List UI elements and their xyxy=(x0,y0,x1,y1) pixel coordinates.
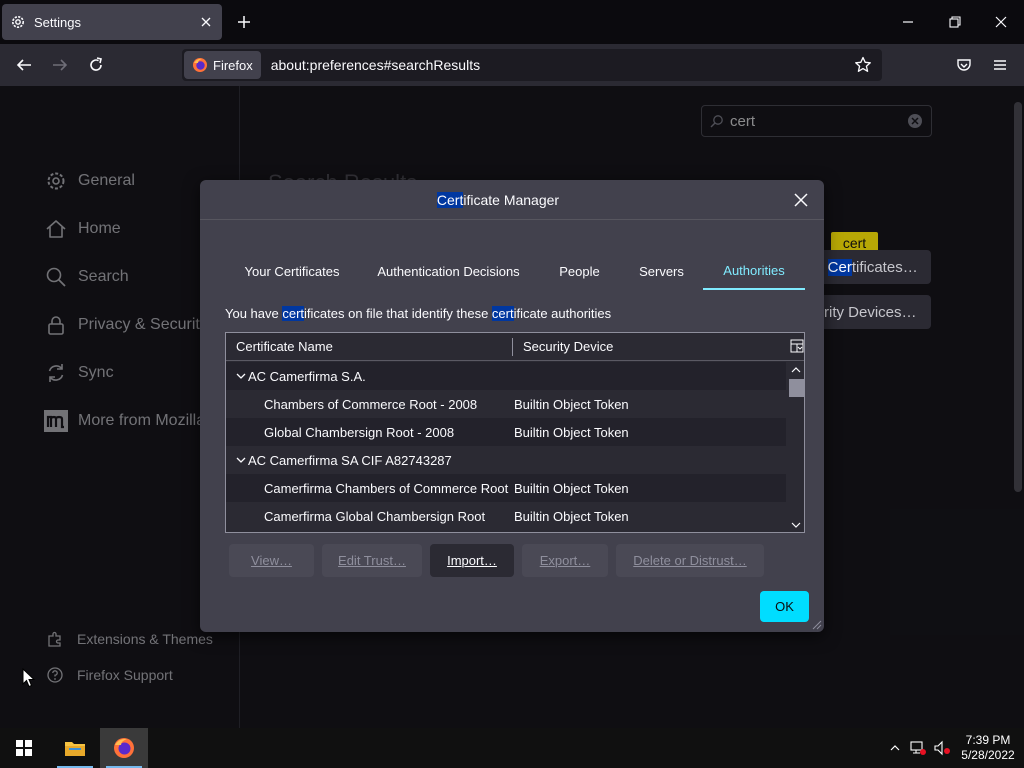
view-certificates-button[interactable]: y Certificates… xyxy=(812,250,931,284)
firefox-logo-icon xyxy=(192,57,208,73)
cert-name: AC Camerfirma SA CIF A82743287 xyxy=(248,452,452,468)
cert-name-cell: AC Camerfirma S.A. xyxy=(226,369,514,384)
forward-button[interactable] xyxy=(49,54,71,76)
tab-people[interactable]: People xyxy=(539,252,620,290)
minimize-window-button[interactable] xyxy=(898,12,918,32)
firefox-logo-icon xyxy=(114,738,134,758)
chevron-down-icon[interactable] xyxy=(234,453,248,467)
close-window-button[interactable] xyxy=(991,12,1011,32)
edit-trust-button[interactable]: Edit Trust… xyxy=(322,544,422,577)
folder-icon xyxy=(65,742,85,756)
desc-part: ificate authorities xyxy=(513,306,612,321)
column-security-device[interactable]: Security Device xyxy=(513,339,804,354)
network-icon[interactable] xyxy=(908,738,928,758)
hamburger-menu-icon[interactable] xyxy=(989,54,1011,76)
certificate-manager-dialog: Certificate Manager Your Certificates Au… xyxy=(200,180,824,632)
security-device-cell: Builtin Object Token xyxy=(514,396,629,412)
dialog-title-highlight: Cert xyxy=(436,192,464,208)
navigation-toolbar: Firefox about:preferences#searchResults xyxy=(0,44,1024,86)
desc-highlight: cert xyxy=(491,306,514,321)
tree-header: Certificate Name Security Device xyxy=(226,333,804,361)
identity-box[interactable]: Firefox xyxy=(184,51,261,79)
cert-name: AC Camerfirma S.A. xyxy=(248,368,366,384)
view-button[interactable]: View… xyxy=(229,544,314,577)
desc-part: You have xyxy=(225,306,283,321)
authorities-description: You have certificates on file that ident… xyxy=(225,306,611,321)
certificate-tree[interactable]: Certificate Name Security Device AC Came… xyxy=(225,332,805,533)
cert-name-cell: Camerfirma Chambers of Commerce Root xyxy=(264,480,509,496)
ok-button[interactable]: OK xyxy=(760,591,809,622)
import-button[interactable]: Import… xyxy=(430,544,514,577)
tree-rows: AC Camerfirma S.A. Chambers of Commerce … xyxy=(226,362,786,530)
table-row[interactable]: Global Chambersign Root - 2008 Builtin O… xyxy=(226,418,786,446)
back-button[interactable] xyxy=(13,54,35,76)
view-certificates-rest: tificates… xyxy=(851,258,918,276)
desc-highlight: cert xyxy=(282,306,305,321)
security-device-cell: Builtin Object Token xyxy=(514,508,629,524)
view-certificates-highlight: Cer xyxy=(827,258,852,276)
cert-name-cell: AC Camerfirma SA CIF A82743287 xyxy=(226,453,514,468)
tab-strip: Settings xyxy=(0,0,1024,44)
scrollbar-thumb[interactable] xyxy=(789,379,804,397)
identity-label: Firefox xyxy=(213,57,253,73)
table-row[interactable]: AC Camerfirma SA CIF A82743287 xyxy=(226,446,786,474)
security-device-cell: Builtin Object Token xyxy=(514,424,629,440)
new-tab-button[interactable] xyxy=(234,12,254,32)
volume-muted-icon[interactable] xyxy=(932,738,952,758)
windows-taskbar: 7:39 PM 5/28/2022 xyxy=(0,728,1024,768)
dialog-title: Certificate Manager xyxy=(200,192,796,208)
security-devices-label: rity Devices… xyxy=(824,303,917,321)
close-icon[interactable] xyxy=(792,191,810,209)
resize-grip-icon[interactable] xyxy=(810,618,822,630)
clock-time: 7:39 PM xyxy=(965,733,1011,747)
export-button[interactable]: Export… xyxy=(522,544,608,577)
tab-your-certificates[interactable]: Your Certificates xyxy=(226,252,358,290)
column-certificate-name[interactable]: Certificate Name xyxy=(226,337,513,356)
close-tab-icon[interactable] xyxy=(198,14,214,30)
cert-name-cell: Chambers of Commerce Root - 2008 xyxy=(264,396,478,412)
cert-name-cell: Camerfirma Global Chambersign Root xyxy=(264,508,486,524)
table-row[interactable]: Camerfirma Global Chambersign Root Built… xyxy=(226,502,786,530)
bookmark-star-icon[interactable] xyxy=(852,54,874,76)
url-text[interactable]: about:preferences#searchResults xyxy=(271,57,852,73)
security-devices-button[interactable]: rity Devices… xyxy=(812,295,931,329)
url-bar[interactable]: Firefox about:preferences#searchResults xyxy=(182,49,882,81)
clock-date: 5/28/2022 xyxy=(961,748,1015,762)
taskbar-file-explorer[interactable] xyxy=(51,728,99,768)
cert-name-cell: Global Chambersign Root - 2008 xyxy=(264,424,455,440)
tab-authorities[interactable]: Authorities xyxy=(703,252,805,290)
gear-icon xyxy=(10,14,26,30)
table-row[interactable]: AC Camerfirma S.A. xyxy=(226,362,786,390)
browser-tab-settings[interactable]: Settings xyxy=(2,4,222,40)
taskbar-clock[interactable]: 7:39 PM 5/28/2022 xyxy=(958,733,1018,763)
pocket-icon[interactable] xyxy=(953,54,975,76)
column-picker-icon[interactable] xyxy=(790,339,804,353)
restore-window-button[interactable] xyxy=(945,12,965,32)
start-button[interactable] xyxy=(0,728,48,768)
windows-logo-icon xyxy=(16,740,32,756)
tab-title: Settings xyxy=(34,14,81,30)
certificate-tabs: Your Certificates Authentication Decisio… xyxy=(226,252,806,292)
mouse-cursor-icon xyxy=(22,668,36,688)
taskbar-firefox[interactable] xyxy=(100,728,148,768)
chevron-down-icon[interactable] xyxy=(234,369,248,383)
tab-authentication-decisions[interactable]: Authentication Decisions xyxy=(358,252,539,290)
tab-servers[interactable]: Servers xyxy=(620,252,703,290)
table-row[interactable]: Chambers of Commerce Root - 2008 Builtin… xyxy=(226,390,786,418)
reload-button[interactable] xyxy=(85,54,107,76)
scroll-up-icon[interactable] xyxy=(791,365,801,375)
dialog-title-rest: ificate Manager xyxy=(463,192,560,208)
desc-part: ificates on file that identify these xyxy=(304,306,492,321)
security-device-cell: Builtin Object Token xyxy=(514,480,629,496)
delete-or-distrust-button[interactable]: Delete or Distrust… xyxy=(616,544,764,577)
show-hidden-icons-icon[interactable] xyxy=(885,738,905,758)
tree-scrollbar[interactable] xyxy=(788,362,804,532)
scroll-down-icon[interactable] xyxy=(791,520,801,530)
table-row[interactable]: Camerfirma Chambers of Commerce Root Bui… xyxy=(226,474,786,502)
dialog-header: Certificate Manager xyxy=(200,180,824,220)
